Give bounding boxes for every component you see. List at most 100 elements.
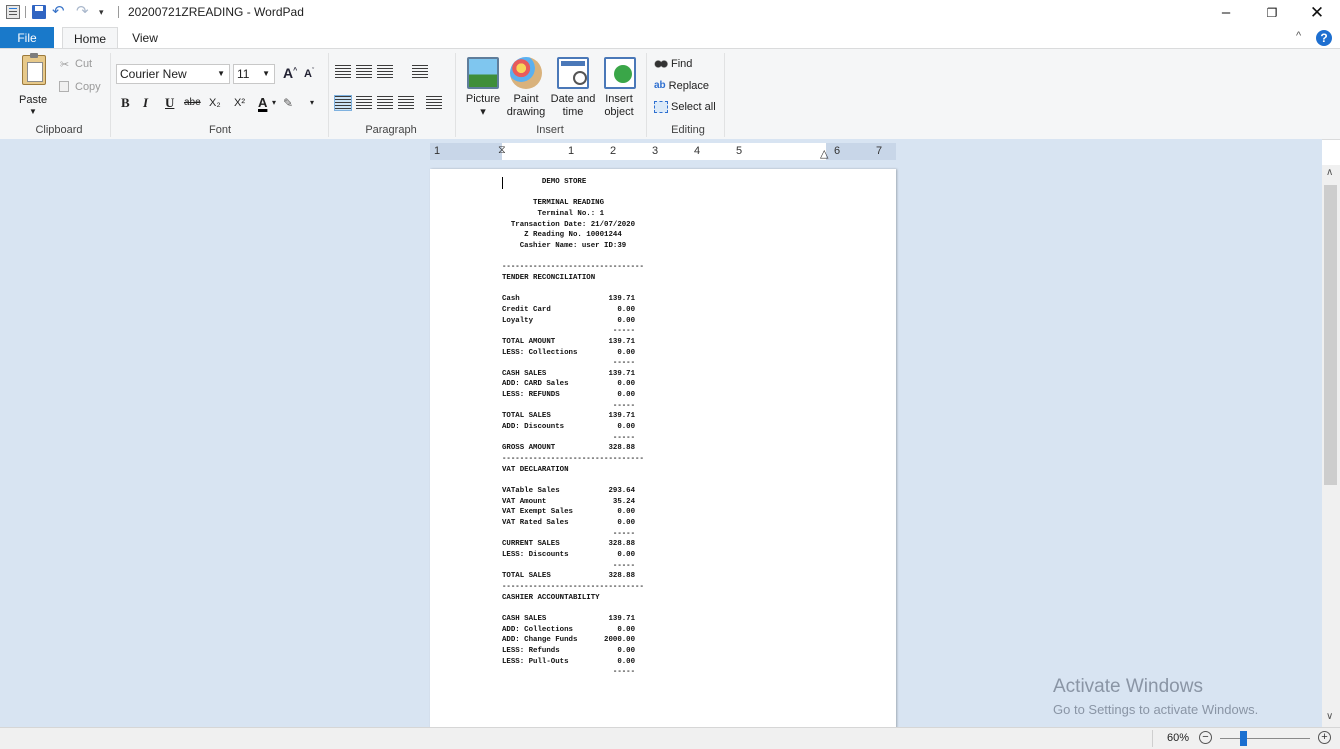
chevron-down-icon[interactable]: ▾ [310,93,314,113]
group-label-editing: Editing [671,124,705,136]
picture-label: Picture [465,93,501,105]
font-family-select[interactable]: Courier New ▼ [116,64,230,84]
picture-icon[interactable] [467,57,499,89]
chevron-down-icon: ▼ [217,69,225,78]
close-button[interactable]: ✕ [1294,0,1340,26]
tab-home[interactable]: Home [62,27,118,49]
font-family-value: Courier New [120,67,187,81]
status-bar: 60% − + [0,727,1340,749]
zoom-slider[interactable] [1220,738,1310,739]
group-separator [455,53,456,137]
cut-button[interactable]: Cut [75,58,92,70]
paste-button[interactable]: Paste [19,94,47,106]
redo-icon[interactable]: ↷ [76,4,90,19]
undo-icon[interactable]: ↶ [52,4,66,19]
highlighter-icon[interactable]: ✎ [283,93,293,113]
zoom-in-icon[interactable]: + [1318,731,1331,744]
font-size-select[interactable]: 11 ▼ [233,64,275,84]
copy-button[interactable]: Copy [75,81,101,93]
zoom-out-icon[interactable]: − [1199,731,1212,744]
object-label-line2: object [604,106,634,118]
subscript-button[interactable]: X₂ [209,93,221,113]
scroll-up-icon[interactable]: ∧ [1326,167,1333,178]
select-all-label: Select all [671,101,716,113]
paste-icon[interactable] [22,53,46,85]
strikethrough-button[interactable]: abe [184,93,201,113]
ribbon: Paste ▼ ✂ Cut Copy Clipboard Courier New… [0,48,1340,140]
watermark-title: Activate Windows [1053,676,1203,697]
tab-file[interactable]: File [0,27,54,49]
align-right-icon[interactable] [377,96,393,110]
ruler-number: 1 [568,145,575,157]
scroll-down-icon[interactable]: ∨ [1326,711,1333,722]
date-label-line1: Date and [550,93,596,105]
paragraph-settings-icon[interactable] [426,96,442,110]
select-all-button[interactable]: Select all [654,101,716,114]
save-icon[interactable] [32,5,46,19]
text-color-button[interactable]: A [258,93,267,113]
customize-quick-access-icon[interactable]: ▾ [99,5,113,19]
group-separator [724,53,725,137]
restore-button[interactable]: ❐ [1249,0,1295,26]
date-time-icon[interactable] [557,57,589,89]
underline-button[interactable]: U [165,93,174,113]
separator [118,6,119,18]
chevron-down-icon[interactable]: ▾ [272,93,276,113]
group-label-font: Font [208,124,231,136]
paint-label-line2: drawing [506,106,546,118]
tab-view[interactable]: View [120,27,170,49]
align-center-icon[interactable] [356,96,372,110]
insert-object-icon[interactable] [604,57,636,89]
cut-icon[interactable]: ✂ [60,58,69,71]
help-icon[interactable]: ? [1316,30,1332,46]
separator [1152,730,1153,747]
ribbon-tabs: File Home View [0,27,1340,49]
increase-indent-icon[interactable] [356,65,372,79]
zoom-slider-thumb[interactable] [1239,731,1247,746]
chevron-down-icon: ▾ [480,106,486,118]
find-button[interactable]: Find [654,58,692,71]
wordpad-app-icon[interactable] [6,5,20,19]
paste-dropdown-icon[interactable]: ▼ [29,107,37,116]
ruler-number: 4 [694,145,701,157]
justify-icon[interactable] [398,96,414,110]
italic-button[interactable]: I [143,93,148,113]
group-separator [110,53,111,137]
document-page[interactable]: DEMO STORE TERMINAL READING Terminal No.… [430,169,896,727]
copy-icon[interactable] [59,81,69,92]
minimize-button[interactable]: – [1203,0,1249,26]
bold-button[interactable]: B [121,93,130,113]
document-text[interactable]: DEMO STORE TERMINAL READING Terminal No.… [502,177,644,678]
ruler[interactable]: 1 1 2 3 4 5 6 7 ⧖ △ [430,143,896,160]
activate-windows-watermark: Activate Windows Go to Settings to activ… [1053,676,1258,717]
binoculars-icon [654,58,668,71]
group-separator [646,53,647,137]
replace-button[interactable]: ab Replace [654,80,709,92]
insert-object-button[interactable]: Insert object [598,93,640,119]
picture-button[interactable]: Picture ▾ [461,93,505,119]
zoom-level[interactable]: 60% [1167,732,1189,744]
grow-font-icon[interactable]: A^ [283,65,297,81]
align-left-icon[interactable] [334,95,352,111]
collapse-ribbon-icon[interactable]: ^ [1296,30,1301,42]
ruler-left-margin [430,143,502,160]
superscript-button[interactable]: X² [234,93,245,113]
shrink-font-icon[interactable]: Aˇ [304,68,314,80]
vertical-scrollbar[interactable]: ∧ ∨ [1322,165,1340,727]
paint-drawing-button[interactable]: Paint drawing [503,93,549,119]
window-title: 20200721ZREADING - WordPad [128,5,304,19]
decrease-indent-icon[interactable] [335,65,351,79]
paint-drawing-icon[interactable] [510,57,542,89]
bullets-icon[interactable] [377,65,393,79]
watermark-subtitle: Go to Settings to activate Windows. [1053,702,1259,717]
title-bar: ↶ ↷ ▾ 20200721ZREADING - WordPad – ❐ ✕ [0,0,1340,26]
left-indent-marker[interactable]: ⧖ [498,144,506,157]
scrollbar-thumb[interactable] [1324,185,1337,485]
chevron-down-icon: ▼ [262,69,270,78]
font-size-value: 11 [237,67,250,81]
right-indent-marker[interactable]: △ [820,147,828,160]
replace-icon: ab [654,80,666,92]
date-time-button[interactable]: Date and time [548,93,598,119]
group-separator [328,53,329,137]
line-spacing-icon[interactable] [412,65,428,79]
